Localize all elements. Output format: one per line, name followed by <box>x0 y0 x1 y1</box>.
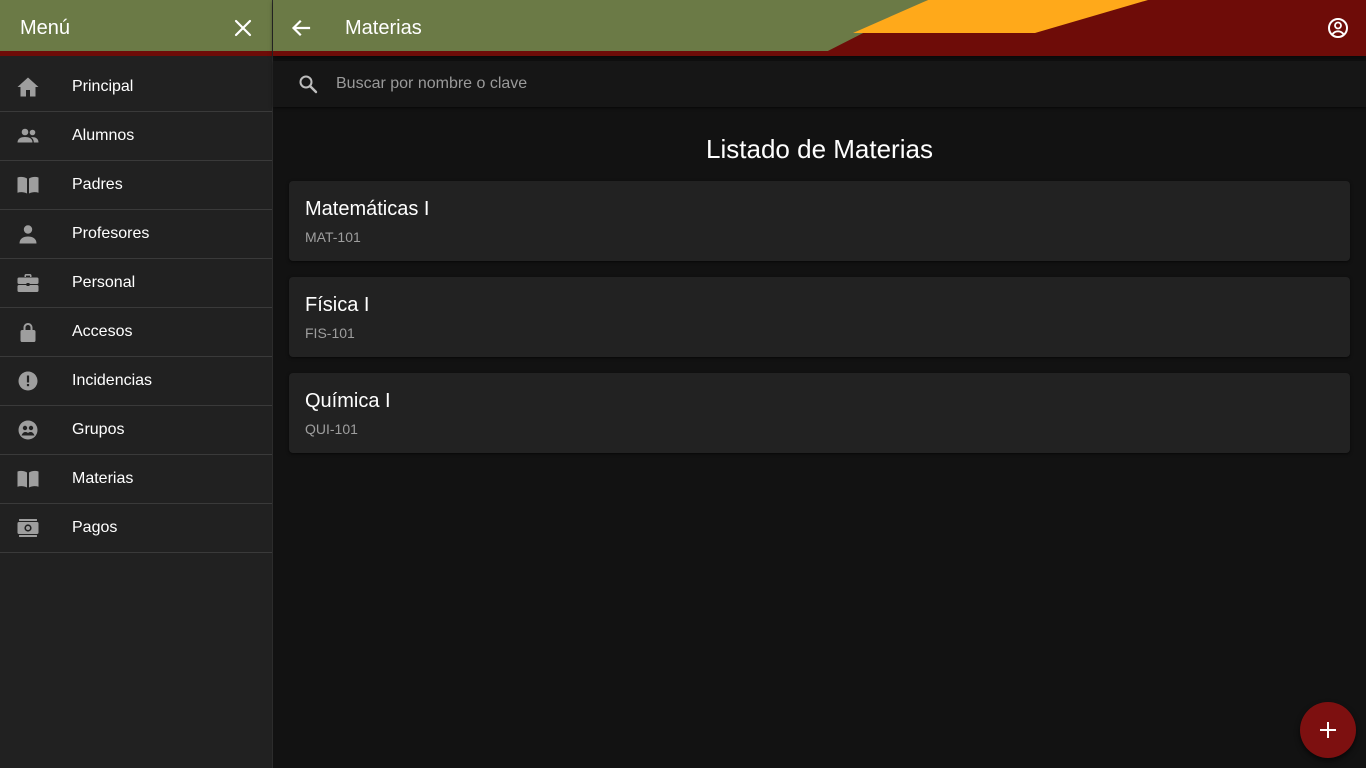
sidebar-nav: Principal Alumnos Padres Profesores Pers… <box>0 63 272 553</box>
search-icon <box>299 75 318 94</box>
home-icon <box>17 77 39 97</box>
sidebar-title: Menú <box>20 16 71 39</box>
sidebar-item-grupos[interactable]: Grupos <box>0 406 272 455</box>
sidebar-item-personal[interactable]: Personal <box>0 259 272 308</box>
subject-code: QUI-101 <box>305 421 358 437</box>
subject-list: Matemáticas I MAT-101 Física I FIS-101 Q… <box>289 181 1350 469</box>
close-sidebar-button[interactable] <box>231 16 255 40</box>
group-face-icon <box>18 420 38 440</box>
book-open-icon <box>17 176 39 194</box>
arrow-back-icon <box>291 19 311 37</box>
sidebar-item-principal[interactable]: Principal <box>0 63 272 112</box>
subject-name: Física I <box>305 294 370 316</box>
close-icon <box>234 19 252 37</box>
sidebar-item-label: Personal <box>72 274 136 291</box>
sidebar-item-label: Pagos <box>72 519 118 536</box>
book-open-icon <box>17 470 39 488</box>
sidebar-item-alumnos[interactable]: Alumnos <box>0 112 272 161</box>
people-icon <box>17 128 39 143</box>
alert-circle-icon <box>18 371 38 391</box>
subject-code: MAT-101 <box>305 229 361 245</box>
payments-icon <box>17 519 39 537</box>
sidebar-item-label: Incidencias <box>72 372 153 389</box>
subject-name: Matemáticas I <box>305 198 430 220</box>
sidebar-item-label: Profesores <box>72 225 150 242</box>
search-input[interactable] <box>336 75 1366 93</box>
sidebar-item-accesos[interactable]: Accesos <box>0 308 272 357</box>
sidebar-item-label: Alumnos <box>72 127 135 144</box>
sidebar-item-incidencias[interactable]: Incidencias <box>0 357 272 406</box>
subject-card[interactable]: Química I QUI-101 <box>289 373 1350 453</box>
account-button[interactable] <box>1326 16 1350 40</box>
sidebar-item-label: Materias <box>72 470 134 487</box>
add-icon <box>1320 722 1336 738</box>
lock-icon <box>20 323 36 342</box>
briefcase-icon <box>17 274 39 292</box>
subject-name: Química I <box>305 390 391 412</box>
sidebar-item-materias[interactable]: Materias <box>0 455 272 504</box>
page-title: Materias <box>345 17 422 39</box>
sidebar: Menú Principal Alumnos Padres Profesores… <box>0 0 273 768</box>
subject-card[interactable]: Matemáticas I MAT-101 <box>289 181 1350 261</box>
sidebar-item-label: Principal <box>72 78 134 95</box>
sidebar-item-label: Accesos <box>72 323 133 340</box>
sidebar-item-profesores[interactable]: Profesores <box>0 210 272 259</box>
list-title: Listado de Materias <box>706 134 933 164</box>
add-subject-button[interactable] <box>1300 702 1356 758</box>
sidebar-item-pagos[interactable]: Pagos <box>0 504 272 553</box>
sidebar-item-padres[interactable]: Padres <box>0 161 272 210</box>
subject-code: FIS-101 <box>305 325 355 341</box>
subject-card[interactable]: Física I FIS-101 <box>289 277 1350 357</box>
app-bar: Materias <box>273 0 1366 56</box>
sidebar-header: Menú <box>0 0 272 56</box>
sidebar-item-label: Padres <box>72 176 123 193</box>
search-bar <box>273 61 1366 107</box>
person-icon <box>19 225 37 244</box>
back-button[interactable] <box>289 16 313 40</box>
account-circle-icon <box>1328 18 1348 38</box>
sidebar-item-label: Grupos <box>72 421 125 438</box>
app-root: Menú Principal Alumnos Padres Profesores… <box>0 0 1366 768</box>
header-decoration <box>818 0 1366 56</box>
